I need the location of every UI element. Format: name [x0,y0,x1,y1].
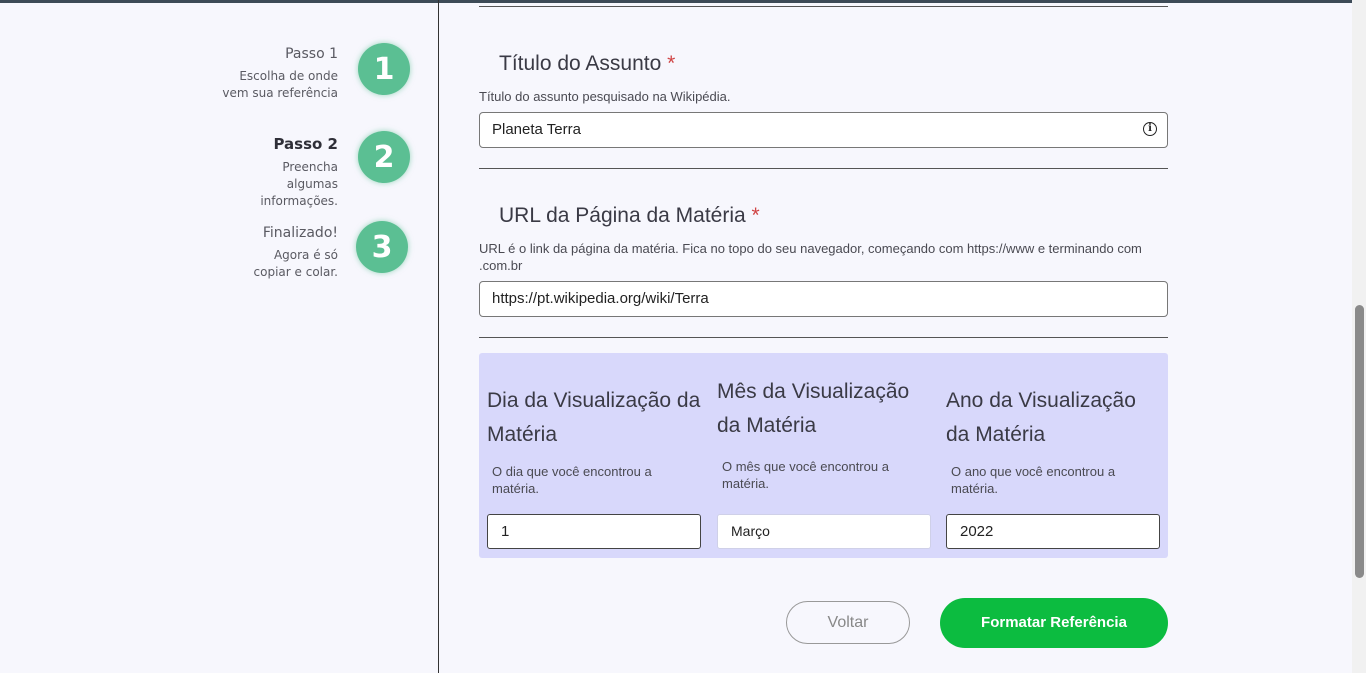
divider-1 [479,168,1168,169]
steps-sidebar: Passo 1 Escolha de onde vem sua referênc… [0,0,438,673]
step-3-text: Finalizado! Agora é só copiar e colar. [138,225,338,281]
month-desc: O mês que você encontrou a matéria. [722,459,889,491]
step-3-title: Finalizado! [262,225,338,241]
format-reference-button[interactable]: Formatar Referência [940,598,1168,648]
day-input[interactable]: 1 [487,514,701,549]
step-1-desc: Escolha de onde vem sua referência [222,69,338,100]
date-panel: Dia da Visualização da Matéria O dia que… [479,353,1168,558]
step-3-desc: Agora é só copiar e colar. [253,248,338,279]
url-required-mark: * [751,204,760,227]
month-title: Mês da Visualização da Matéria [717,380,910,437]
month-select[interactable]: Março [717,514,931,549]
url-title: URL da Página da Matéria * [499,204,760,228]
url-title-text: URL da Página da Matéria [499,204,746,227]
step-1-title: Passo 1 [285,46,338,62]
year-input[interactable]: 2022 [946,514,1160,549]
step-3-circle: 3 [356,221,408,273]
reference-form: Título do Assunto * Título do assunto pe… [479,0,1168,673]
step-1-circle: 1 [358,43,410,95]
subject-input[interactable]: Planeta Terra i [479,112,1168,148]
month-column: Mês da Visualização da Matéria O mês que… [717,353,931,558]
divider-vertical [438,0,439,673]
subject-title-text: Título do Assunto [499,52,662,75]
subject-title: Título do Assunto * [499,52,675,76]
url-input-value: https://pt.wikipedia.org/wiki/Terra [492,290,709,307]
back-button[interactable]: Voltar [786,601,910,644]
step-2-text: Passo 2 Preencha algumas informações. [138,135,338,210]
subject-desc: Título do assunto pesquisado na Wikipédi… [479,89,731,104]
day-column: Dia da Visualização da Matéria O dia que… [487,353,701,558]
divider-2 [479,337,1168,338]
info-icon[interactable]: i [1143,122,1157,136]
year-title: Ano da Visualização da Matéria [946,389,1136,446]
year-column: Ano da Visualização da Matéria O ano que… [946,353,1160,558]
url-desc: URL é o link da página da matéria. Fica … [479,241,1142,273]
step-2-circle: 2 [358,131,410,183]
year-desc: O ano que você encontrou a matéria. [951,464,1116,496]
url-input[interactable]: https://pt.wikipedia.org/wiki/Terra [479,281,1168,317]
subject-required-mark: * [667,52,676,75]
step-2-title: Passo 2 [273,135,338,153]
step-1-text: Passo 1 Escolha de onde vem sua referênc… [138,46,338,102]
page-scrollbar[interactable] [1352,0,1366,673]
step-2-desc: Preencha algumas informações. [260,160,338,208]
day-title: Dia da Visualização da Matéria [487,389,701,446]
divider-top [479,6,1168,7]
subject-input-value: Planeta Terra [492,121,581,138]
day-desc: O dia que você encontrou a matéria. [492,464,652,496]
scrollbar-thumb[interactable] [1355,305,1364,578]
